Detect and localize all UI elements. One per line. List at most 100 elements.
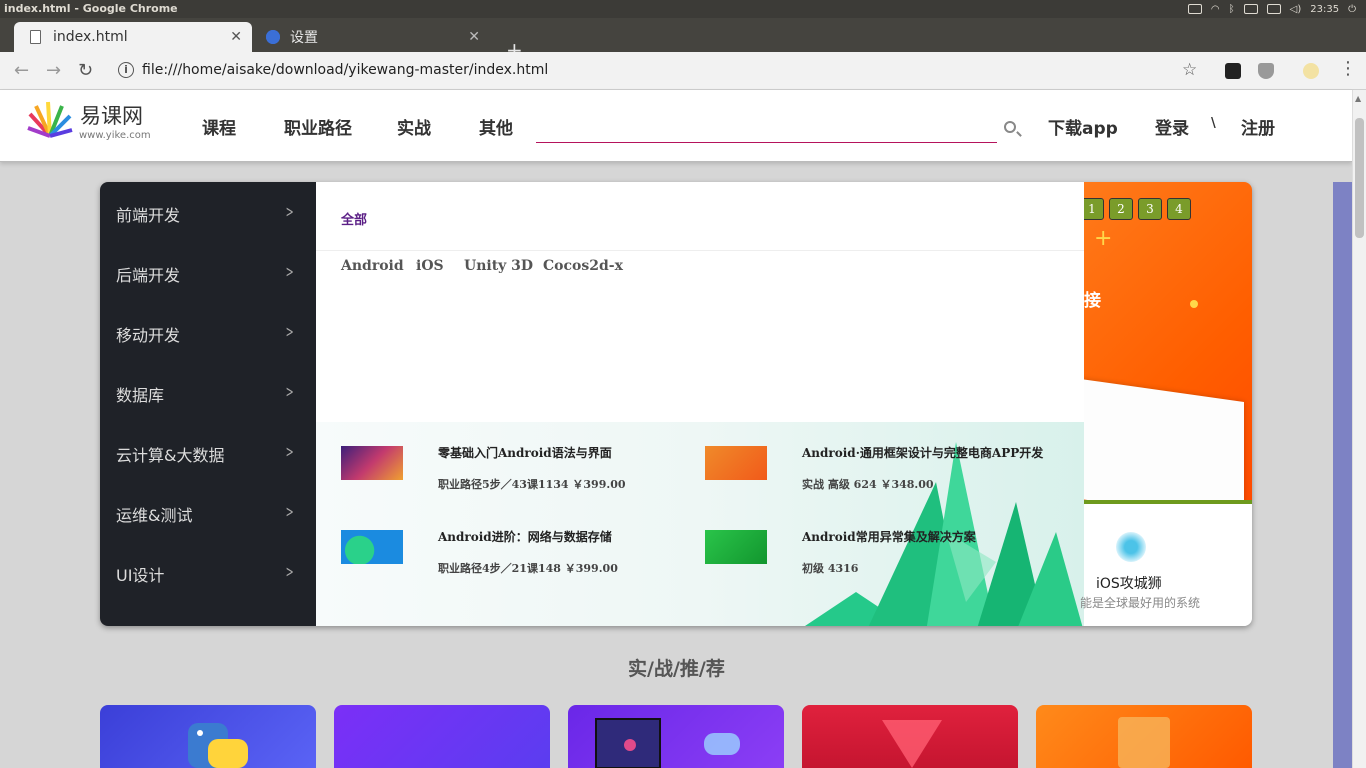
recommend-card[interactable] [802,705,1018,768]
logo-name[interactable]: 易课网 [80,100,143,130]
search-icon[interactable] [1004,121,1016,133]
gear-icon [266,30,280,44]
avatar[interactable] [1303,63,1319,79]
carousel-dot[interactable]: 2 [1109,198,1133,220]
mail-icon[interactable] [1243,4,1258,14]
download-app-link[interactable]: 下载app [1048,114,1118,139]
tab-index-html[interactable]: index.html ✕ [14,22,252,52]
scroll-thumb[interactable] [1355,118,1364,238]
chevron-right-icon: > [285,382,294,401]
category-item[interactable]: UI设计 > [116,562,296,586]
system-tray: ◠ ᛒ ◁) 23:35 ⏻ [1187,0,1366,18]
category-label: 运维&测试 [116,506,193,525]
wifi-icon[interactable]: ◠ [1211,4,1220,15]
divider [316,250,1084,251]
nav-courses[interactable]: 课程 [202,114,236,139]
carousel-dots: 1 2 3 4 [1084,198,1191,220]
course-card[interactable]: Android常用异常集及解决方案 初级 4316 [705,528,1035,588]
course-title[interactable]: 零基础入门Android语法与界面 [438,444,612,461]
extension-icon[interactable] [1225,63,1241,79]
menu-icon[interactable]: ⋮ [1339,58,1357,79]
category-item[interactable]: 前端开发 > [116,202,296,226]
category-label: 后端开发 [116,266,181,285]
category-item[interactable]: 云计算&大数据 > [116,442,296,466]
nav-practice[interactable]: 实战 [397,114,431,139]
course-list: 零基础入门Android语法与界面 职业路径5步／43课1134 ￥399.00… [316,422,1084,626]
tab-settings[interactable]: 设置 ✕ [254,22,490,52]
register-link[interactable]: 注册 [1241,114,1275,139]
nav-other[interactable]: 其他 [479,114,513,139]
close-icon[interactable]: ✕ [468,29,480,45]
shield-icon[interactable] [1258,63,1274,79]
category-item[interactable]: 移动开发 > [116,322,296,346]
back-button[interactable]: ← [14,60,29,81]
os-top-bar: index.html - Google Chrome ◠ ᛒ ◁) 23:35 … [0,0,1366,18]
course-card[interactable]: Android进阶：网络与数据存储 职业路径4步／21课148 ￥399.00 [341,528,671,588]
course-title[interactable]: Android进阶：网络与数据存储 [438,528,612,545]
site-header: 易课网 www.yike.com 课程 职业路径 实战 其他 下载app 登录 … [0,90,1352,162]
browser-toolbar: ← → ↻ i file:///home/aisake/download/yik… [0,52,1366,90]
logo-icon[interactable] [26,100,74,142]
python-icon [188,723,248,768]
power-icon[interactable]: ⏻ [1348,4,1356,15]
course-thumbnail[interactable] [705,446,767,480]
category-label: 移动开发 [116,326,181,345]
page-scrollbar[interactable]: ▲ [1352,90,1366,768]
course-thumbnail[interactable] [341,530,403,564]
course-card[interactable]: 零基础入门Android语法与界面 职业路径5步／43课1134 ￥399.00 [341,444,671,504]
recommend-card[interactable] [1036,705,1252,768]
image-carousel[interactable]: 1 2 3 4 + 接 [1084,182,1252,504]
clock[interactable]: 23:35 [1310,4,1339,15]
scroll-up-icon[interactable]: ▲ [1355,94,1361,103]
chevron-right-icon: > [285,562,294,581]
carousel-dot[interactable]: 1 [1084,198,1104,220]
reload-button[interactable]: ↻ [78,60,93,81]
nav-career-path[interactable]: 职业路径 [284,114,352,139]
tab-label: index.html [53,29,128,45]
recommend-card[interactable] [334,705,550,768]
battery-icon[interactable] [1266,4,1281,14]
category-item[interactable]: 运维&测试 > [116,502,296,526]
category-menu: 前端开发 > 后端开发 > 移动开发 > 数据库 > 云计算&大数据 > 运维&测试 > U… [100,182,316,626]
tag-cocos2d-x[interactable]: Cocos2d-x [543,258,623,274]
course-meta: 职业路径4步／21课148 ￥399.00 [438,562,618,575]
course-title[interactable]: Android·通用框架设计与完整电商APP开发 [802,444,1043,461]
volume-icon[interactable]: ◁) [1290,4,1302,15]
course-meta: 职业路径5步／43课1134 ￥399.00 [438,478,626,491]
bookmark-star-icon[interactable]: ☆ [1182,60,1197,80]
tag-ios[interactable]: iOS [416,258,444,274]
course-card[interactable]: Android·通用框架设计与完整电商APP开发 实战 高级 624 ￥348.… [705,444,1043,504]
carousel-text: 接 [1084,291,1101,311]
promo-title[interactable]: iOS攻城狮 [1096,573,1162,593]
filter-all[interactable]: 全部 [341,209,367,228]
promo-card[interactable]: iOS攻城狮 能是全球最好用的系统 [1080,504,1252,626]
tag-unity-3d[interactable]: Unity 3D [464,258,533,274]
chevron-right-icon: > [285,502,294,521]
category-subpanel: 全部 Android iOS Unity 3D Cocos2d-x 零基础入门A… [316,182,1084,626]
info-icon[interactable]: i [118,62,134,78]
window-title: index.html - Google Chrome [4,2,178,15]
chevron-right-icon: > [285,262,294,281]
android-icon [595,718,740,768]
recommend-card-python[interactable] [100,705,316,768]
forward-button[interactable]: → [46,60,61,81]
search-input[interactable] [536,142,997,143]
login-link[interactable]: 登录 [1155,114,1189,139]
close-icon[interactable]: ✕ [230,29,242,45]
promo-subtitle: 能是全球最好用的系统 [1080,596,1201,610]
recommend-card-android[interactable] [568,705,784,768]
course-thumbnail[interactable] [705,530,767,564]
course-thumbnail[interactable] [341,446,403,480]
category-item[interactable]: 数据库 > [116,382,296,406]
carousel-dot[interactable]: 4 [1167,198,1191,220]
bluetooth-icon[interactable]: ᛒ [1229,4,1235,15]
category-item[interactable]: 后端开发 > [116,262,296,286]
tag-android[interactable]: Android [341,258,404,274]
category-label: 前端开发 [116,206,181,225]
course-title[interactable]: Android常用异常集及解决方案 [802,528,976,545]
shape-decoration [882,720,942,768]
course-meta: 初级 4316 [802,562,859,575]
carousel-dot[interactable]: 3 [1138,198,1162,220]
keyboard-icon[interactable] [1187,4,1202,14]
address-bar[interactable]: file:///home/aisake/download/yikewang-ma… [142,62,548,78]
